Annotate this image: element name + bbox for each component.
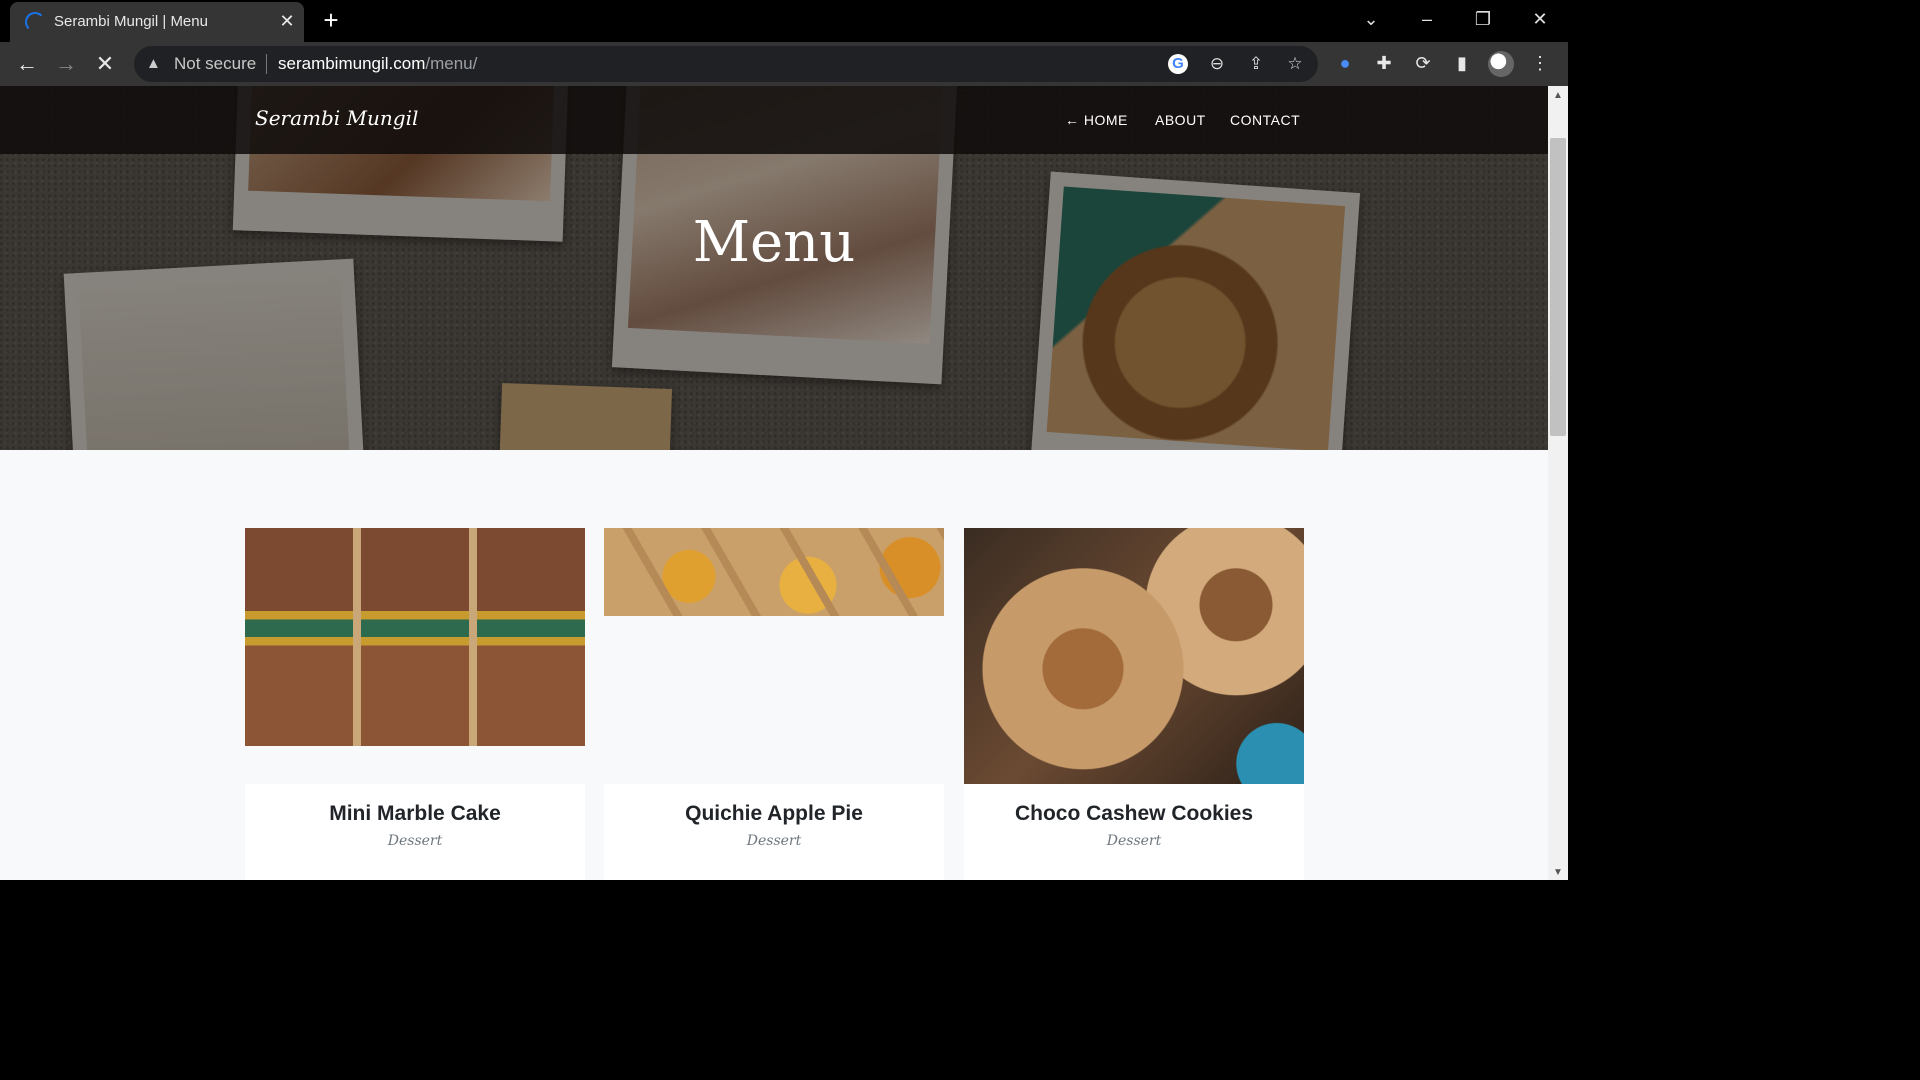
extensions-puzzle-icon[interactable]: ✚ xyxy=(1371,50,1397,76)
page-scrollbar[interactable]: ▲ ▼ xyxy=(1548,86,1568,880)
url-domain: serambimungil.com xyxy=(278,54,426,73)
browser-toolbar: ← → ✕ ▲ Not secure serambimungil.com/men… xyxy=(0,42,1568,86)
url-text[interactable]: serambimungil.com/menu/ xyxy=(278,54,477,74)
menu-item-title[interactable]: Mini Marble Cake xyxy=(245,802,585,826)
menu-item-image[interactable] xyxy=(964,528,1304,784)
warning-icon[interactable]: ▲ xyxy=(146,55,161,72)
restore-window-icon[interactable]: ❐ xyxy=(1463,6,1503,32)
url-path: /menu/ xyxy=(425,54,478,73)
menu-item-title[interactable]: Choco Cashew Cookies xyxy=(964,802,1304,826)
menu-card-body: Mini Marble Cake Dessert xyxy=(245,784,585,880)
menu-item-image[interactable] xyxy=(245,528,585,746)
menu-item-category: Dessert xyxy=(387,833,443,849)
address-separator xyxy=(266,54,267,74)
scroll-down-arrow-icon[interactable]: ▼ xyxy=(1548,867,1568,878)
site-logo[interactable]: Serambi Mungil xyxy=(255,106,418,130)
google-lens-icon[interactable]: G xyxy=(1168,54,1188,74)
loading-spinner-icon xyxy=(25,12,45,32)
close-window-icon[interactable]: ✕ xyxy=(1520,6,1560,32)
profile-avatar[interactable] xyxy=(1488,51,1514,77)
stop-loading-icon[interactable]: ✕ xyxy=(91,50,119,78)
performance-icon[interactable]: ⟳ xyxy=(1410,50,1436,76)
browser-tab-active[interactable]: Serambi Mungil | Menu ✕ xyxy=(10,2,304,42)
zoom-icon[interactable]: ⊖ xyxy=(1205,52,1229,76)
menu-card-body: Choco Cashew Cookies Dessert xyxy=(964,784,1304,880)
side-panel-icon[interactable]: ▮ xyxy=(1449,50,1475,76)
site-navbar: Serambi Mungil ← HOME ABOUT CONTACT xyxy=(0,86,1548,154)
nav-home-link[interactable]: ← HOME xyxy=(1065,112,1128,128)
share-icon[interactable]: ⇪ xyxy=(1244,52,1268,76)
tab-search-icon[interactable]: ⌄ xyxy=(1351,6,1391,32)
minimize-window-icon[interactable]: – xyxy=(1407,6,1447,32)
window-bottom-edge xyxy=(0,880,1568,882)
close-tab-icon[interactable]: ✕ xyxy=(276,10,298,32)
menu-card-body: Quichie Apple Pie Dessert xyxy=(604,784,944,880)
scroll-up-arrow-icon[interactable]: ▲ xyxy=(1548,90,1568,101)
menu-item-image[interactable] xyxy=(604,528,944,616)
menu-item-category: Dessert xyxy=(1106,833,1162,849)
menu-item-title[interactable]: Quichie Apple Pie xyxy=(604,802,944,826)
menu-kebab-icon[interactable]: ⋮ xyxy=(1527,50,1553,76)
tab-strip: Serambi Mungil | Menu ✕ + ⌄ – ❐ ✕ xyxy=(0,0,1568,42)
back-arrow-icon[interactable]: ← xyxy=(13,50,41,78)
nav-contact-link[interactable]: CONTACT xyxy=(1230,112,1300,128)
tab-title: Serambi Mungil | Menu xyxy=(54,13,208,30)
security-label[interactable]: Not secure xyxy=(174,54,256,74)
address-bar[interactable]: ▲ Not secure serambimungil.com/menu/ G ⊖… xyxy=(134,46,1318,82)
forward-arrow-icon[interactable]: → xyxy=(52,50,80,78)
nav-home-label: HOME xyxy=(1083,112,1128,128)
menu-item-category: Dessert xyxy=(746,833,802,849)
page-title: Menu xyxy=(692,210,856,275)
page-viewport: Menu Serambi Mungil ← HOME ABOUT CONTACT… xyxy=(0,86,1548,880)
new-tab-button[interactable]: + xyxy=(318,6,344,34)
back-arrow-icon: ← xyxy=(1065,112,1084,128)
extension-profile-icon[interactable]: ● xyxy=(1332,50,1358,76)
nav-about-link[interactable]: ABOUT xyxy=(1155,112,1206,128)
bookmark-star-icon[interactable]: ☆ xyxy=(1283,52,1307,76)
scrollbar-thumb[interactable] xyxy=(1550,138,1566,436)
